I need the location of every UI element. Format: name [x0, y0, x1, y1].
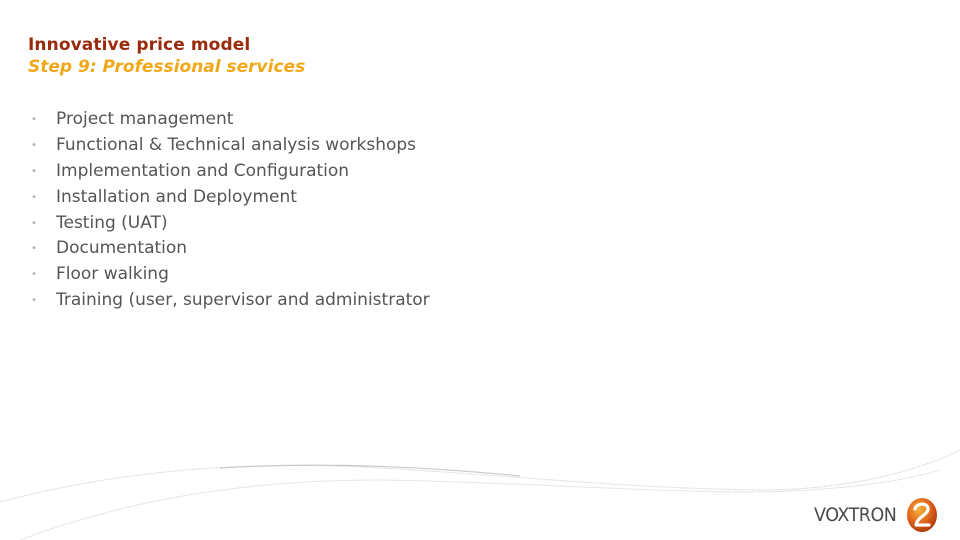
bullet-icon: • — [31, 139, 37, 151]
list-item-text: Testing (UAT) — [56, 212, 168, 233]
slide-subtitle: Step 9: Professional services — [28, 57, 306, 77]
title-block: Innovative price model Step 9: Professio… — [28, 34, 305, 78]
list-item-text: Project management — [56, 109, 234, 129]
bullet-icon: • — [31, 217, 37, 229]
bullet-icon: • — [31, 295, 37, 307]
voxtron-logo: VOXTRON — [814, 497, 938, 533]
slide: Innovative price model Step 9: Professio… — [0, 0, 960, 540]
bullet-icon: • — [31, 114, 37, 125]
bullet-icon: • — [31, 243, 37, 255]
list-item: • Implementation and Configuration — [28, 159, 430, 185]
voxtron-swirl-icon — [906, 498, 937, 532]
list-item-text: Training (user, supervisor and administr… — [56, 290, 430, 311]
list-item: • Functional & Technical analysis worksho… — [28, 133, 430, 159]
list-item: • Floor walking — [28, 262, 430, 288]
list-item-text: Floor walking — [56, 264, 169, 285]
list-item: • Installation and Deployment — [28, 185, 430, 211]
slide-title: Innovative price model — [28, 35, 251, 55]
list-item: • Project management — [28, 107, 430, 133]
list-item-text: Documentation — [56, 238, 188, 259]
list-item-text: Installation and Deployment — [56, 186, 297, 207]
logo-text: VOXTRON — [814, 504, 897, 526]
bullet-list: • Project management • Functional & Techni… — [28, 107, 430, 314]
bullet-icon: • — [31, 191, 37, 203]
list-item: • Training (user, supervisor and administ… — [28, 288, 430, 314]
bullet-icon: • — [31, 269, 37, 281]
list-item: • Testing (UAT) — [28, 211, 430, 237]
bullet-icon: • — [31, 165, 37, 177]
list-item-text: Implementation and Configuration — [56, 160, 350, 181]
list-item: • Documentation — [28, 236, 430, 262]
list-item-text: Functional & Technical analysis workshop… — [56, 134, 417, 155]
